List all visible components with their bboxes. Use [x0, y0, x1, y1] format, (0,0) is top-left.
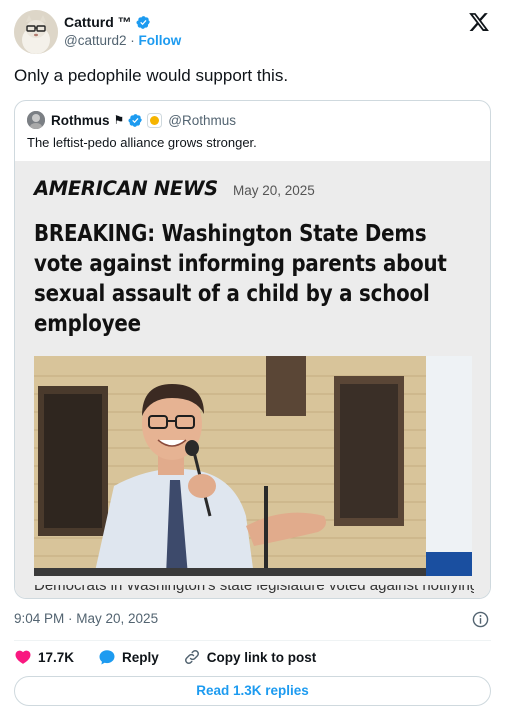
x-logo-icon[interactable]	[468, 11, 490, 33]
author-avatar[interactable]	[14, 10, 58, 54]
author-handle[interactable]: @catturd2	[64, 33, 126, 48]
quoted-post-header: Rothmus ⚑ @Rothmus	[27, 111, 236, 129]
quoted-author-name[interactable]: Rothmus	[51, 113, 110, 128]
reply-button[interactable]: Reply	[98, 648, 159, 666]
action-bar: 17.7K Reply Copy link to post	[14, 648, 340, 666]
article-headline: BREAKING: Washington State Dems vote aga…	[34, 219, 481, 339]
verified-icon	[128, 113, 143, 127]
headline-line: vote against informing parents about	[34, 251, 447, 277]
link-icon	[184, 650, 199, 664]
info-icon[interactable]	[472, 611, 489, 628]
badge-icon	[147, 112, 163, 128]
article-image[interactable]: AMERICAN NEWS May 20, 2025 BREAKING: Was…	[15, 161, 490, 598]
reply-icon	[99, 650, 115, 665]
author-name[interactable]: Catturd ™	[64, 14, 132, 30]
quoted-author-avatar[interactable]	[27, 111, 45, 129]
article-cut-text-line: Democrats in Washington's state legislat…	[34, 585, 474, 594]
article-cut-text: Democrats in Washington's state legislat…	[34, 585, 474, 595]
quoted-post-text: The leftist-pedo alliance grows stronger…	[27, 135, 257, 150]
heart-icon	[15, 650, 31, 664]
read-replies-button[interactable]: Read 1.3K replies	[14, 676, 491, 706]
verified-icon	[136, 15, 150, 29]
divider	[14, 640, 491, 641]
like-button[interactable]: 17.7K	[14, 648, 74, 666]
headline-line: employee	[34, 311, 141, 337]
tweet-text: Only a pedophile would support this.	[14, 66, 289, 85]
quoted-author-handle[interactable]: @Rothmus	[168, 113, 236, 128]
author-handle-row: @catturd2 · Follow	[64, 33, 181, 48]
follow-button[interactable]: Follow	[139, 33, 182, 48]
article-brand: AMERICAN NEWS	[34, 177, 218, 200]
like-count: 17.7K	[38, 649, 75, 665]
copy-link-button[interactable]: Copy link to post	[183, 648, 317, 666]
separator-dot: ·	[130, 33, 135, 48]
reply-label: Reply	[122, 649, 159, 665]
post-timestamp[interactable]: 9:04 PM · May 20, 2025	[14, 611, 158, 626]
author-name-row: Catturd ™	[64, 14, 151, 30]
tweet-card: Catturd ™ @catturd2 · Follow Only a pedo…	[0, 0, 506, 720]
quoted-post[interactable]: Rothmus ⚑ @Rothmus The leftist-pedo alli…	[14, 100, 491, 599]
flag-icon: ⚑	[113, 113, 125, 127]
headline-line: BREAKING: Washington State Dems	[34, 221, 427, 247]
article-date: May 20, 2025	[233, 183, 315, 198]
headline-line: sexual assault of a child by a school	[34, 281, 430, 307]
article-photo	[34, 356, 472, 576]
copy-link-label: Copy link to post	[206, 649, 317, 665]
